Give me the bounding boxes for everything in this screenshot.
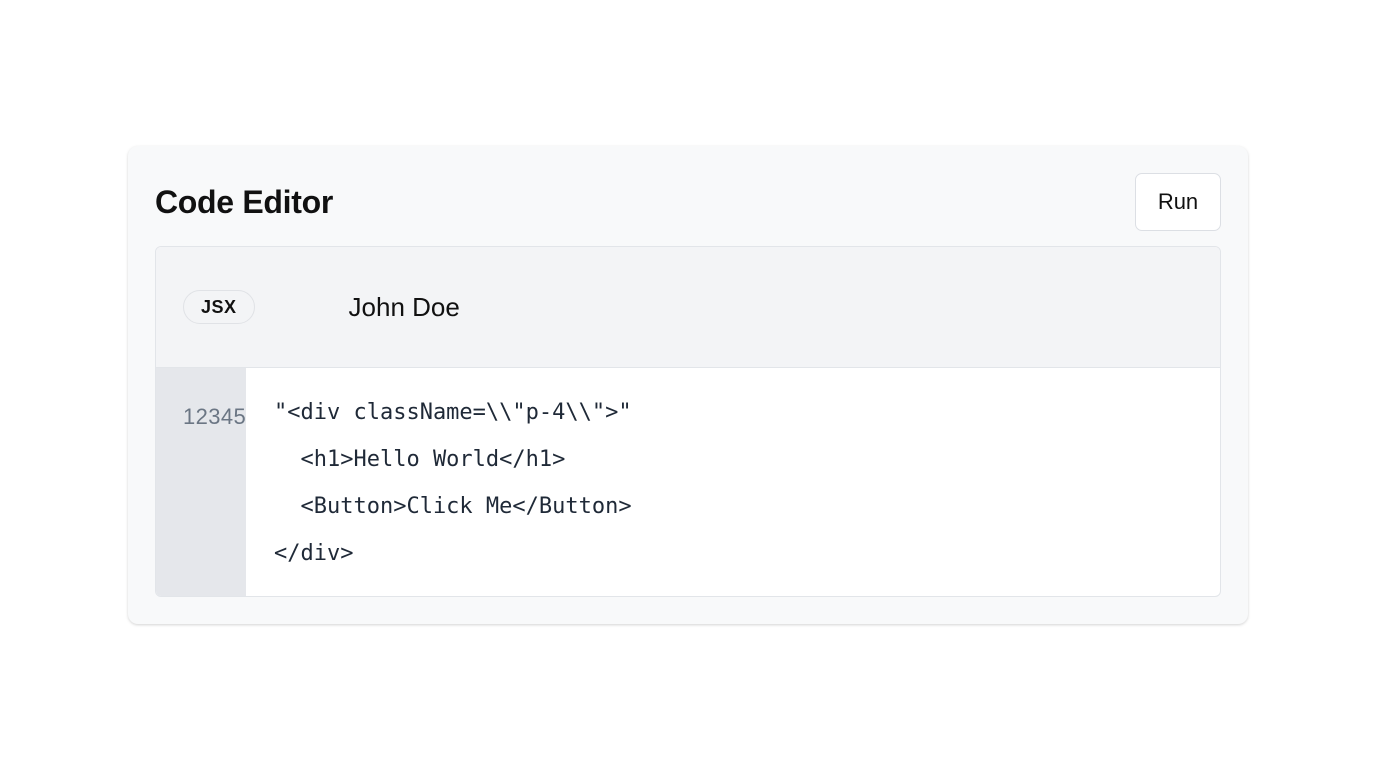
code-line: <h1>Hello World</h1> xyxy=(274,447,566,472)
line-number-gutter: 12345 xyxy=(156,368,246,596)
editor-body: 12345 "<div className=\\"p-4\\">" <h1>He… xyxy=(156,368,1220,596)
code-input-area[interactable]: "<div className=\\"p-4\\">" <h1>Hello Wo… xyxy=(246,368,1220,596)
code-line: </div> xyxy=(274,541,354,566)
card-header: Code Editor Run xyxy=(155,172,1221,232)
editor-toolbar: JSX John Doe xyxy=(156,247,1220,368)
code-line: <Button>Click Me</Button> xyxy=(274,494,632,519)
run-button[interactable]: Run xyxy=(1135,173,1221,231)
language-badge: JSX xyxy=(183,290,255,324)
author-name: John Doe xyxy=(348,291,460,322)
code-line: "<div className=\\"p-4\\">" xyxy=(274,400,632,425)
page-title: Code Editor xyxy=(155,183,334,220)
code-editor-card: Code Editor Run JSX John Doe 12345 "<div… xyxy=(128,146,1248,624)
code-editor: JSX John Doe 12345 "<div className=\\"p-… xyxy=(155,246,1221,597)
